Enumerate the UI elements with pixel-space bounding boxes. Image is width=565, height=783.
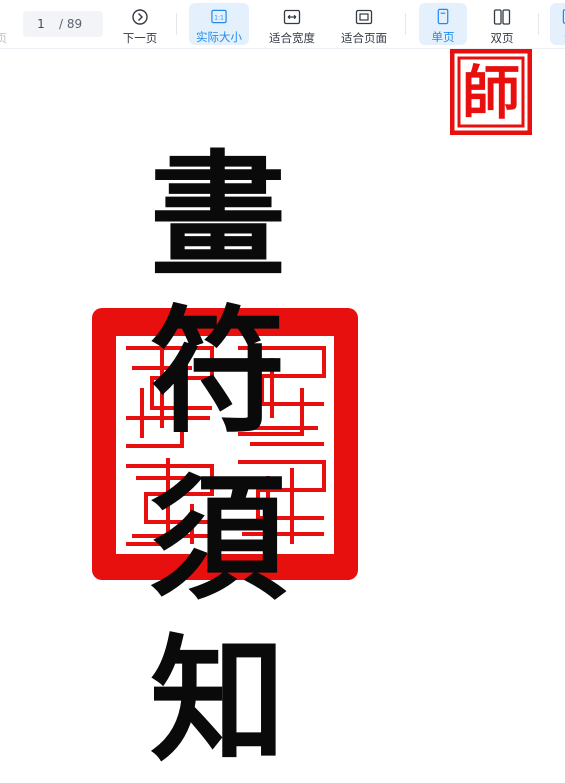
- partial-icon: [562, 9, 565, 24]
- fit-width-button[interactable]: 适合宽度: [262, 0, 322, 48]
- next-page-button[interactable]: 下一页: [116, 0, 164, 48]
- actual-size-label: 实际大小: [196, 30, 242, 44]
- vertical-char-4: 知: [150, 621, 286, 781]
- previous-page-label-partial[interactable]: 页: [0, 30, 7, 46]
- fit-width-icon: [283, 9, 301, 25]
- toolbar-divider: [176, 13, 177, 35]
- single-page-icon: [437, 8, 449, 25]
- double-page-icon: [493, 9, 511, 25]
- vertical-char-1: 畫: [150, 137, 286, 297]
- single-page-button[interactable]: 单页: [419, 3, 467, 45]
- actual-size-icon-text: 1:1: [214, 14, 224, 21]
- actual-size-button[interactable]: 1:1 实际大小: [189, 3, 249, 45]
- viewer-toolbar: 页 1 / 89 下一页 1:1 实际大小 适合宽度 适合页面: [0, 0, 565, 49]
- actual-size-icon: 1:1: [211, 9, 227, 24]
- fit-page-button[interactable]: 适合页面: [334, 0, 394, 48]
- overflow-toolbar-button[interactable]: 适: [550, 3, 565, 45]
- fit-page-icon: [355, 9, 373, 25]
- chevron-right-circle-icon: [132, 9, 148, 25]
- vertical-char-3: 須: [150, 459, 286, 619]
- toolbar-divider: [538, 13, 539, 35]
- page-number-field[interactable]: 1 / 89: [23, 11, 103, 37]
- toolbar-divider: [405, 13, 406, 35]
- next-page-label: 下一页: [122, 31, 158, 45]
- small-seal-stamp: 師: [450, 49, 532, 135]
- small-seal-glyph: 師: [462, 59, 520, 127]
- double-page-button[interactable]: 双页: [478, 0, 526, 48]
- fit-width-label: 适合宽度: [269, 31, 315, 45]
- single-page-label: 单页: [431, 30, 455, 44]
- document-page: 師 畫 符 須 知: [0, 49, 565, 783]
- double-page-label: 双页: [490, 31, 514, 45]
- fit-page-label: 适合页面: [341, 31, 387, 45]
- total-pages: / 89: [59, 17, 83, 31]
- current-page-input[interactable]: 1: [23, 17, 59, 31]
- vertical-char-2: 符: [150, 292, 286, 452]
